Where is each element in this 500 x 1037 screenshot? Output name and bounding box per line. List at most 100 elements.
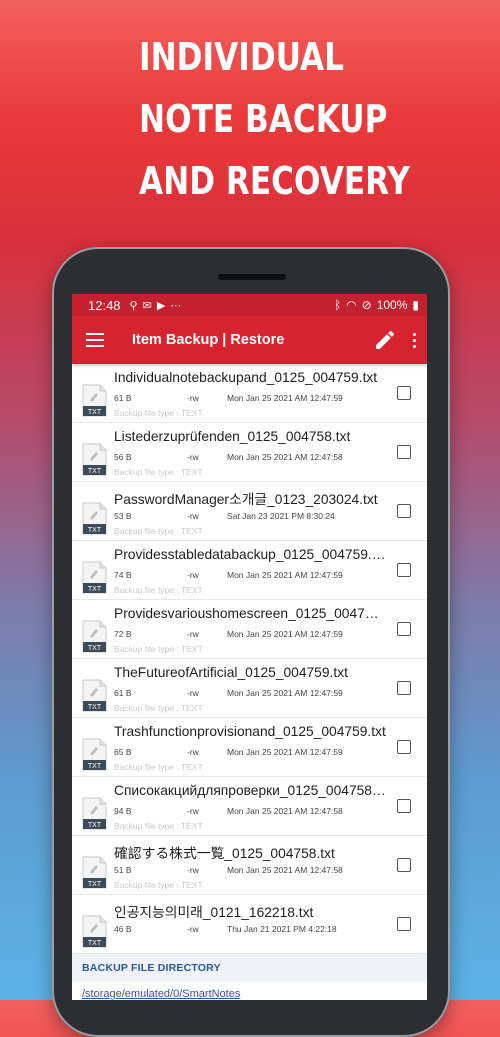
file-date: Mon Jan 25 2021 AM 12:47:58	[227, 452, 343, 462]
file-size: 72 B	[114, 629, 132, 639]
file-size: 74 B	[114, 570, 132, 580]
txt-file-icon: TXT	[82, 443, 107, 476]
file-permission: -rw	[187, 511, 199, 521]
page-title: Item Backup | Restore	[132, 332, 285, 348]
file-icon-label: TXT	[88, 881, 102, 888]
file-type: Backup file type : TEXT	[114, 585, 203, 595]
file-date: Sat Jan 23 2021 PM 8:30:24	[227, 511, 335, 521]
txt-file-icon: TXT	[82, 797, 107, 830]
file-date: Mon Jan 25 2021 AM 12:47:59	[227, 629, 343, 639]
backup-directory-path[interactable]: /storage/emulated/0/SmartNotes	[72, 982, 427, 1000]
file-type: Backup file type : TEXT	[114, 408, 203, 418]
mail-icon: ✉	[142, 299, 152, 312]
file-permission: -rw	[187, 570, 199, 580]
file-permission: -rw	[187, 393, 199, 403]
txt-file-icon: TXT	[82, 620, 107, 653]
backup-file-list: TXT Individualnotebackupand_0125_004759.…	[72, 364, 427, 954]
file-permission: -rw	[187, 865, 199, 875]
select-checkbox[interactable]	[397, 740, 411, 754]
txt-file-icon: TXT	[82, 502, 107, 535]
hero-line-3: AND RECOVERY	[139, 159, 410, 203]
select-checkbox[interactable]	[397, 563, 411, 577]
file-name: Providesvarioushomescreen_0125_004759.tx…	[114, 606, 386, 621]
file-date: Mon Jan 25 2021 AM 12:47:59	[227, 570, 343, 580]
file-name: Списокакцийдляпроверки_0125_004758.txt	[114, 783, 386, 798]
app-bar: Item Backup | Restore	[72, 316, 427, 364]
select-checkbox[interactable]	[397, 504, 411, 518]
battery-level: 100%	[376, 298, 408, 312]
txt-file-icon: TXT	[82, 915, 107, 948]
file-type: Backup file type : TEXT	[114, 762, 203, 772]
select-checkbox[interactable]	[397, 445, 411, 459]
file-type: Backup file type : TEXT	[114, 821, 203, 831]
txt-file-icon: TXT	[82, 384, 107, 417]
file-row[interactable]: TXT Listederzuprüfenden_0125_004758.txt …	[72, 423, 427, 482]
phone-speaker	[218, 274, 286, 280]
file-name: PasswordManager소개글_0123_203024.txt	[114, 492, 378, 507]
app-screen: 12:48 ⚲ ✉ ▶ ⋯ ᛒ ◠ ⊘ 100% ▮ Item Backup |…	[72, 294, 427, 1000]
hero-headline: INDIVIDUAL NOTE BACKUP AND RECOVERY	[139, 26, 418, 212]
file-date: Mon Jan 25 2021 AM 12:47:59	[227, 747, 343, 757]
backup-directory-heading: BACKUP FILE DIRECTORY	[72, 954, 427, 982]
file-name: Listederzuprüfenden_0125_004758.txt	[114, 429, 351, 444]
select-checkbox[interactable]	[397, 858, 411, 872]
file-size: 56 B	[114, 452, 132, 462]
file-type: Backup file type : TEXT	[114, 526, 203, 536]
bluetooth-icon: ᛒ	[333, 298, 342, 312]
youtube-icon: ▶	[156, 299, 166, 312]
notification-icons: ⚲ ✉ ▶ ⋯	[130, 299, 182, 312]
file-icon-label: TXT	[88, 527, 102, 534]
more-options-icon[interactable]	[411, 332, 417, 348]
select-checkbox[interactable]	[397, 681, 411, 695]
file-name: Individualnotebackupand_0125_004759.txt	[114, 370, 378, 385]
file-size: 94 B	[114, 806, 132, 816]
file-size: 53 B	[114, 511, 132, 521]
file-icon-label: TXT	[88, 822, 102, 829]
file-permission: -rw	[187, 629, 199, 639]
file-row[interactable]: TXT Trashfunctionprovisionand_0125_00475…	[72, 718, 427, 777]
location-icon: ⚲	[129, 299, 138, 312]
status-time: 12:48	[88, 297, 121, 313]
file-type: Backup file type : TEXT	[114, 880, 203, 890]
file-row[interactable]: TXT 인공지능의미래_0121_162218.txt 46 B -rw Thu…	[72, 895, 427, 954]
more-notifications-icon: ⋯	[170, 299, 182, 312]
file-row[interactable]: TXT PasswordManager소개글_0123_203024.txt 5…	[72, 482, 427, 541]
file-date: Mon Jan 25 2021 AM 12:47:58	[227, 865, 343, 875]
file-size: 46 B	[114, 924, 132, 934]
select-checkbox[interactable]	[397, 917, 411, 931]
file-type: Backup file type : TEXT	[114, 467, 203, 477]
select-checkbox[interactable]	[397, 386, 411, 400]
file-row[interactable]: TXT Providesstabledatabackup_0125_004759…	[72, 541, 427, 600]
select-checkbox[interactable]	[397, 622, 411, 636]
file-permission: -rw	[187, 806, 199, 816]
battery-icon: ▮	[412, 298, 419, 312]
file-icon-label: TXT	[88, 468, 102, 475]
file-row[interactable]: TXT Individualnotebackupand_0125_004759.…	[72, 364, 427, 423]
file-permission: -rw	[187, 452, 199, 462]
file-icon-label: TXT	[88, 704, 102, 711]
file-permission: -rw	[187, 924, 199, 934]
file-type: Backup file type : TEXT	[114, 644, 203, 654]
file-icon-label: TXT	[88, 586, 102, 593]
file-row[interactable]: TXT 確認する株式一覧_0125_004758.txt 51 B -rw Mo…	[72, 836, 427, 895]
system-icons: ᛒ ◠ ⊘ 100% ▮	[334, 298, 419, 312]
txt-file-icon: TXT	[82, 856, 107, 889]
menu-icon[interactable]	[86, 333, 104, 347]
file-row[interactable]: TXT TheFutureofArtificial_0125_004759.tx…	[72, 659, 427, 718]
file-permission: -rw	[187, 747, 199, 757]
file-name: Trashfunctionprovisionand_0125_004759.tx…	[114, 724, 386, 739]
hero-line-1: INDIVIDUAL	[139, 35, 345, 79]
file-permission: -rw	[187, 688, 199, 698]
select-checkbox[interactable]	[397, 799, 411, 813]
txt-file-icon: TXT	[82, 561, 107, 594]
file-row[interactable]: TXT Providesvarioushomescreen_0125_00475…	[72, 600, 427, 659]
file-date: Thu Jan 21 2021 PM 4:22:18	[227, 924, 337, 934]
txt-file-icon: TXT	[82, 679, 107, 712]
file-name: 인공지능의미래_0121_162218.txt	[114, 905, 314, 920]
file-icon-label: TXT	[88, 645, 102, 652]
file-icon-label: TXT	[88, 409, 102, 416]
file-row[interactable]: TXT Списокакцийдляпроверки_0125_004758.t…	[72, 777, 427, 836]
file-type: Backup file type : TEXT	[114, 703, 203, 713]
file-size: 51 B	[114, 865, 132, 875]
edit-icon[interactable]	[373, 328, 397, 352]
